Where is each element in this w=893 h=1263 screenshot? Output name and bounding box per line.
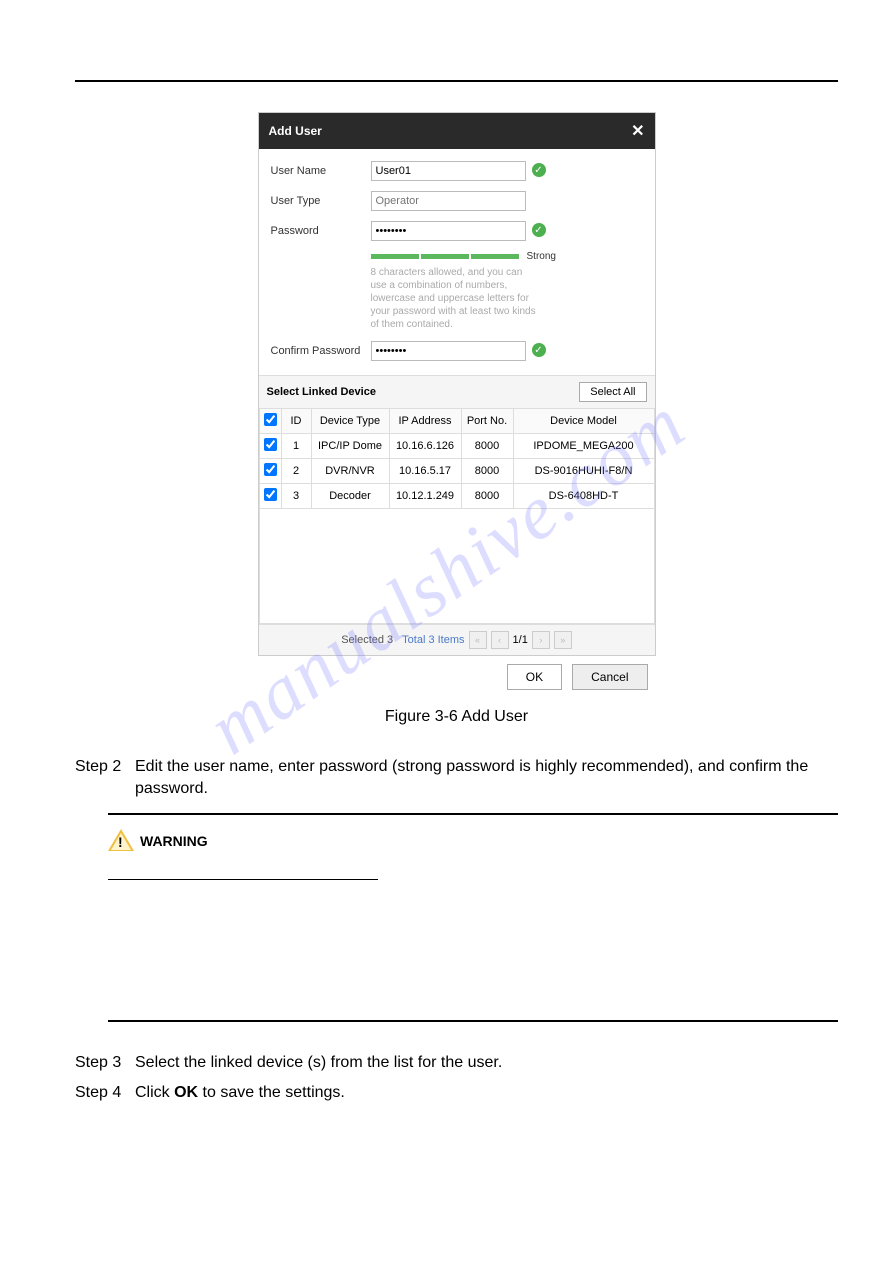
- col-ip: IP Address: [389, 409, 461, 434]
- warning-box: ! WARNING: [108, 813, 838, 1022]
- header-checkbox[interactable]: [264, 413, 277, 426]
- pager-next-button[interactable]: ›: [532, 631, 550, 649]
- cancel-button[interactable]: Cancel: [572, 664, 647, 690]
- usertype-label: User Type: [271, 195, 371, 207]
- select-all-button[interactable]: Select All: [579, 382, 646, 402]
- pager-last-button[interactable]: »: [554, 631, 572, 649]
- pager-total: Total 3 Items: [402, 634, 464, 646]
- dialog-title: Add User: [269, 124, 322, 138]
- top-rule: [75, 80, 838, 82]
- pager-first-button[interactable]: «: [469, 631, 487, 649]
- add-user-dialog: Add User ✕ User Name ✓ User Type Passwor…: [258, 112, 656, 656]
- ok-button[interactable]: OK: [507, 664, 562, 690]
- col-id: ID: [281, 409, 311, 434]
- check-icon: ✓: [532, 223, 546, 237]
- username-input[interactable]: [371, 161, 526, 181]
- step-3: Step 3 Select the linked device (s) from…: [75, 1052, 838, 1074]
- row-checkbox[interactable]: [264, 438, 277, 451]
- check-icon: ✓: [532, 163, 546, 177]
- password-strength-meter: Strong: [371, 251, 643, 262]
- usertype-input[interactable]: [371, 191, 526, 211]
- warning-underline: [108, 879, 378, 880]
- dialog-header: Add User ✕: [259, 113, 655, 149]
- pager: Selected 3 Total 3 Items « ‹ 1/1 › »: [259, 624, 655, 655]
- check-icon: ✓: [532, 343, 546, 357]
- col-model: Device Model: [513, 409, 654, 434]
- username-label: User Name: [271, 165, 371, 177]
- step-2: Step 2 Edit the user name, enter passwor…: [75, 756, 838, 801]
- linked-device-title: Select Linked Device: [267, 386, 376, 398]
- step-4: Step 4 Click OK to save the settings.: [75, 1082, 838, 1104]
- strength-label: Strong: [527, 251, 556, 262]
- row-checkbox[interactable]: [264, 463, 277, 476]
- warning-icon: !: [108, 829, 134, 853]
- password-input[interactable]: [371, 221, 526, 241]
- warning-label: WARNING: [140, 833, 208, 849]
- table-row: 2 DVR/NVR 10.16.5.17 8000 DS-9016HUHI-F8…: [259, 459, 654, 484]
- pager-prev-button[interactable]: ‹: [491, 631, 509, 649]
- col-port: Port No.: [461, 409, 513, 434]
- password-label: Password: [271, 225, 371, 237]
- pager-page: 1/1: [513, 634, 528, 646]
- confirm-password-input[interactable]: [371, 341, 526, 361]
- table-row: 1 IPC/IP Dome 10.16.6.126 8000 IPDOME_ME…: [259, 434, 654, 459]
- table-row: 3 Decoder 10.12.1.249 8000 DS-6408HD-T: [259, 484, 654, 509]
- empty-area: [259, 509, 654, 624]
- col-devicetype: Device Type: [311, 409, 389, 434]
- linked-device-table: ID Device Type IP Address Port No. Devic…: [259, 408, 655, 624]
- password-hint: 8 characters allowed, and you can use a …: [371, 266, 541, 331]
- close-icon[interactable]: ✕: [631, 121, 644, 141]
- pager-selected: Selected 3: [341, 634, 393, 646]
- figure-caption: Figure 3-6 Add User: [75, 708, 838, 726]
- row-checkbox[interactable]: [264, 488, 277, 501]
- confirm-password-label: Confirm Password: [271, 345, 371, 357]
